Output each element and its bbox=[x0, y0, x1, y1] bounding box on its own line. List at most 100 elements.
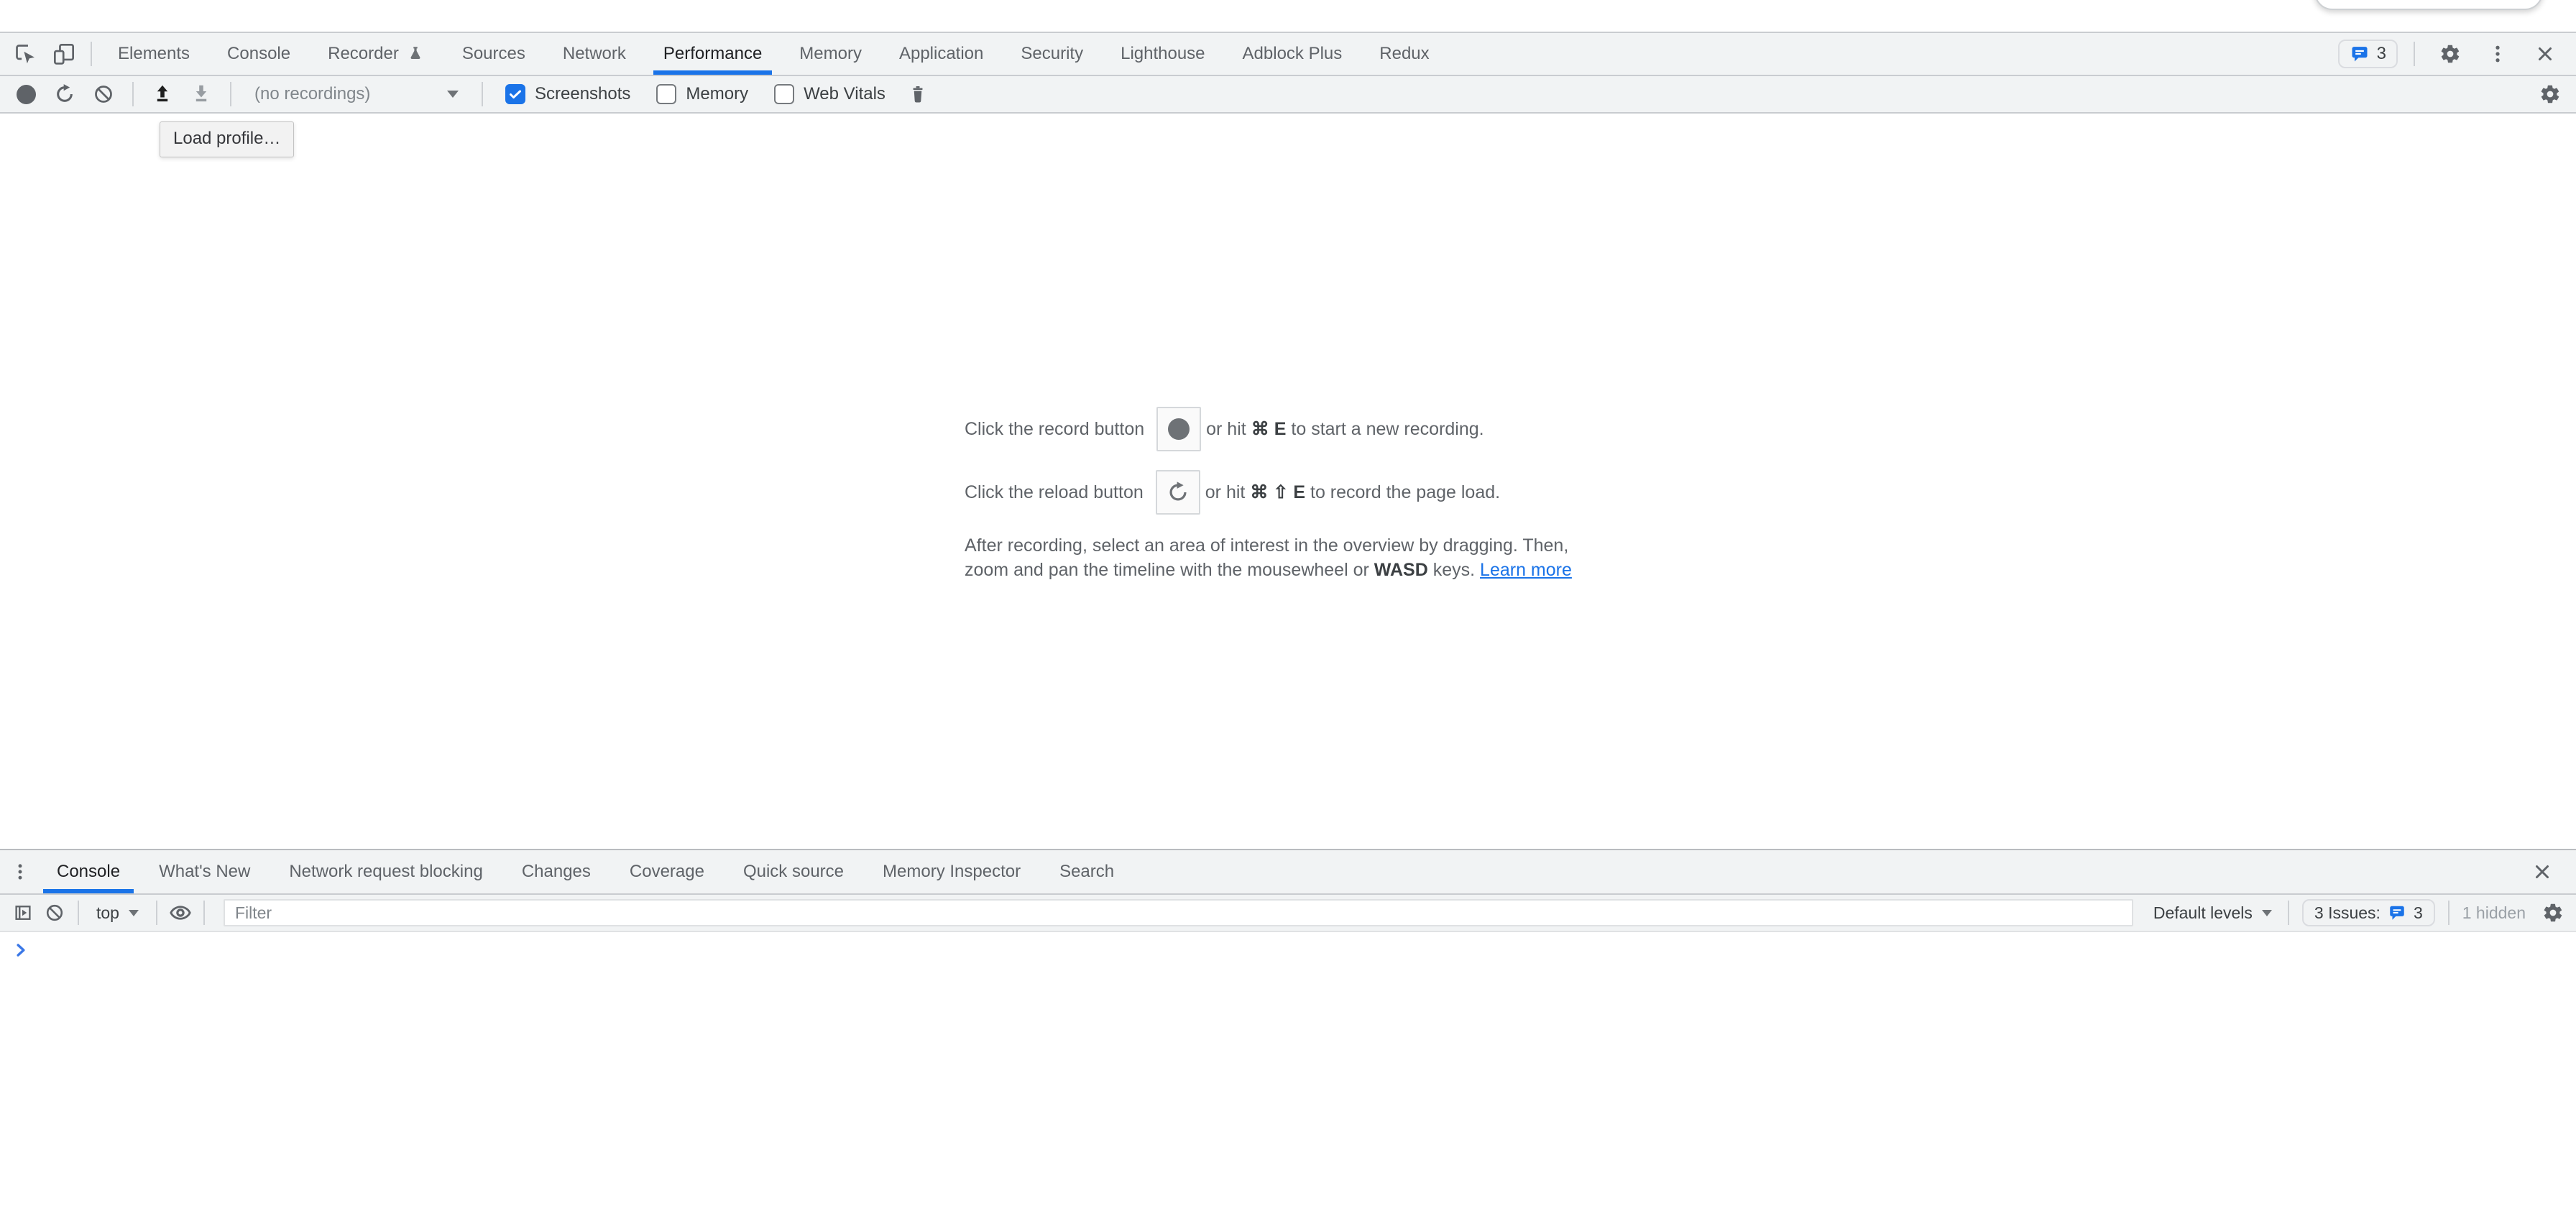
clear-block-icon bbox=[45, 903, 65, 923]
tab-console[interactable]: Console bbox=[208, 33, 309, 75]
tab-label: Application bbox=[899, 44, 983, 64]
console-sidebar-toggle-button[interactable] bbox=[7, 897, 39, 929]
console-issues-button[interactable]: 3 Issues: 3 bbox=[2302, 899, 2435, 926]
learn-more-link[interactable]: Learn more bbox=[1480, 560, 1572, 580]
load-profile-tooltip: Load profile… bbox=[160, 121, 294, 157]
inline-record-button[interactable] bbox=[1156, 407, 1201, 451]
inspect-element-button[interactable] bbox=[6, 33, 45, 75]
clear-console-button[interactable] bbox=[39, 897, 70, 929]
inline-reload-button[interactable] bbox=[1156, 470, 1200, 515]
recordings-history-select[interactable]: (no recordings) bbox=[243, 78, 470, 110]
javascript-context-select[interactable]: top bbox=[86, 903, 149, 923]
close-icon bbox=[2531, 861, 2553, 883]
tab-label: What's New bbox=[159, 862, 250, 882]
tab-application[interactable]: Application bbox=[880, 33, 1002, 75]
collect-garbage-button[interactable] bbox=[901, 77, 935, 111]
web-vitals-checkbox[interactable]: Web Vitals bbox=[774, 84, 886, 104]
tab-elements[interactable]: Elements bbox=[99, 33, 208, 75]
shift-key-glyph: ⇧ bbox=[1273, 482, 1288, 503]
tab-label: Search bbox=[1059, 862, 1114, 882]
drawer-tab-coverage[interactable]: Coverage bbox=[610, 850, 724, 893]
tab-memory[interactable]: Memory bbox=[781, 33, 880, 75]
tab-label: Performance bbox=[663, 44, 762, 64]
clear-recording-button[interactable] bbox=[86, 77, 121, 111]
tab-label: Redux bbox=[1379, 44, 1429, 64]
hidden-messages-label: 1 hidden bbox=[2462, 903, 2526, 923]
hint-text: After recording, select an area of inter… bbox=[965, 535, 1568, 556]
drawer-tab-console[interactable]: Console bbox=[37, 850, 139, 893]
devtools-drawer: Console What's New Network request block… bbox=[0, 849, 2576, 1206]
device-toolbar-button[interactable] bbox=[45, 33, 83, 75]
console-settings-button[interactable] bbox=[2537, 897, 2569, 929]
more-options-button[interactable] bbox=[2478, 43, 2517, 65]
issues-bubble-icon bbox=[2350, 44, 2370, 64]
tab-redux[interactable]: Redux bbox=[1361, 33, 1448, 75]
console-filter-input[interactable] bbox=[224, 899, 2133, 926]
console-messages-area bbox=[0, 932, 2576, 1206]
console-sidebar-icon bbox=[12, 902, 34, 924]
close-icon bbox=[2534, 43, 2556, 65]
wasd-keys-glyph: WASD bbox=[1374, 560, 1428, 580]
e-key-glyph: E bbox=[1274, 419, 1287, 440]
issues-bubble-icon bbox=[2388, 903, 2406, 922]
tab-label: Lighthouse bbox=[1121, 44, 1205, 64]
tooltip-label: Load profile… bbox=[173, 129, 280, 148]
clear-block-icon bbox=[93, 83, 114, 105]
tab-performance[interactable]: Performance bbox=[645, 33, 781, 75]
drawer-tab-memory-inspector[interactable]: Memory Inspector bbox=[863, 850, 1040, 893]
issues-count: 3 bbox=[2414, 903, 2423, 923]
console-toolbar: top Default levels 3 Issues: bbox=[0, 895, 2576, 932]
device-toolbar-icon bbox=[50, 40, 78, 68]
issues-counter-button[interactable]: 3 bbox=[2338, 40, 2398, 68]
live-expression-button[interactable] bbox=[165, 897, 196, 929]
console-prompt[interactable] bbox=[0, 941, 2576, 959]
tab-sources[interactable]: Sources bbox=[443, 33, 544, 75]
memory-checkbox[interactable]: Memory bbox=[656, 84, 748, 104]
tab-security[interactable]: Security bbox=[1002, 33, 1102, 75]
tab-adblock-plus[interactable]: Adblock Plus bbox=[1224, 33, 1361, 75]
record-and-reload-button[interactable] bbox=[47, 77, 82, 111]
toolbar-separator bbox=[482, 82, 483, 106]
tab-recorder[interactable]: Recorder bbox=[309, 33, 443, 75]
tab-label: Network request blocking bbox=[289, 862, 482, 882]
instruction-text: Click the reload button bbox=[965, 482, 1144, 503]
drawer-tab-search[interactable]: Search bbox=[1040, 850, 1133, 893]
tab-label: Quick source bbox=[743, 862, 844, 882]
eye-icon bbox=[169, 901, 192, 924]
log-levels-select[interactable]: Default levels bbox=[2145, 903, 2281, 923]
tab-label: Security bbox=[1021, 44, 1083, 64]
gear-icon bbox=[2539, 83, 2561, 105]
close-drawer-button[interactable] bbox=[2523, 861, 2562, 883]
screenshots-checkbox[interactable]: Screenshots bbox=[505, 84, 630, 104]
record-button[interactable] bbox=[9, 77, 43, 111]
reload-instruction-row: Click the reload button or hit ⌘ ⇧ E to … bbox=[965, 470, 1611, 515]
performance-panel-body: Click the record button or hit ⌘ E to st… bbox=[0, 114, 2576, 849]
hint-text: zoom and pan the timeline with the mouse… bbox=[965, 560, 1369, 580]
save-profile-button[interactable] bbox=[184, 77, 218, 111]
checkbox-checked-icon bbox=[505, 84, 525, 104]
kebab-menu-icon bbox=[10, 862, 30, 882]
tab-label: Console bbox=[227, 44, 290, 64]
drawer-tab-network-request-blocking[interactable]: Network request blocking bbox=[270, 850, 502, 893]
drawer-tab-quick-source[interactable]: Quick source bbox=[724, 850, 863, 893]
tab-network[interactable]: Network bbox=[544, 33, 645, 75]
capture-settings-button[interactable] bbox=[2533, 77, 2567, 111]
close-devtools-button[interactable] bbox=[2526, 43, 2564, 65]
instruction-text: Click the record button bbox=[965, 419, 1144, 440]
drawer-tab-changes[interactable]: Changes bbox=[502, 850, 610, 893]
drawer-more-tools-button[interactable] bbox=[3, 850, 37, 893]
devtools-settings-button[interactable] bbox=[2431, 43, 2470, 65]
empty-state-message: Click the record button or hit ⌘ E to st… bbox=[965, 407, 1611, 582]
devtools-tabbar: Elements Console Recorder Sources Networ… bbox=[0, 32, 2576, 76]
load-profile-button[interactable] bbox=[145, 77, 180, 111]
drawer-tabbar: Console What's New Network request block… bbox=[0, 850, 2576, 895]
checkbox-label: Memory bbox=[686, 84, 748, 104]
tabbar-separator bbox=[91, 42, 92, 66]
instruction-text: to start a new recording. bbox=[1291, 419, 1484, 440]
checkbox-unchecked-icon bbox=[656, 84, 676, 104]
tab-lighthouse[interactable]: Lighthouse bbox=[1102, 33, 1223, 75]
record-circle-icon bbox=[17, 85, 36, 104]
checkbox-unchecked-icon bbox=[774, 84, 794, 104]
drawer-tab-whats-new[interactable]: What's New bbox=[139, 850, 270, 893]
toolbar-separator bbox=[78, 901, 79, 925]
